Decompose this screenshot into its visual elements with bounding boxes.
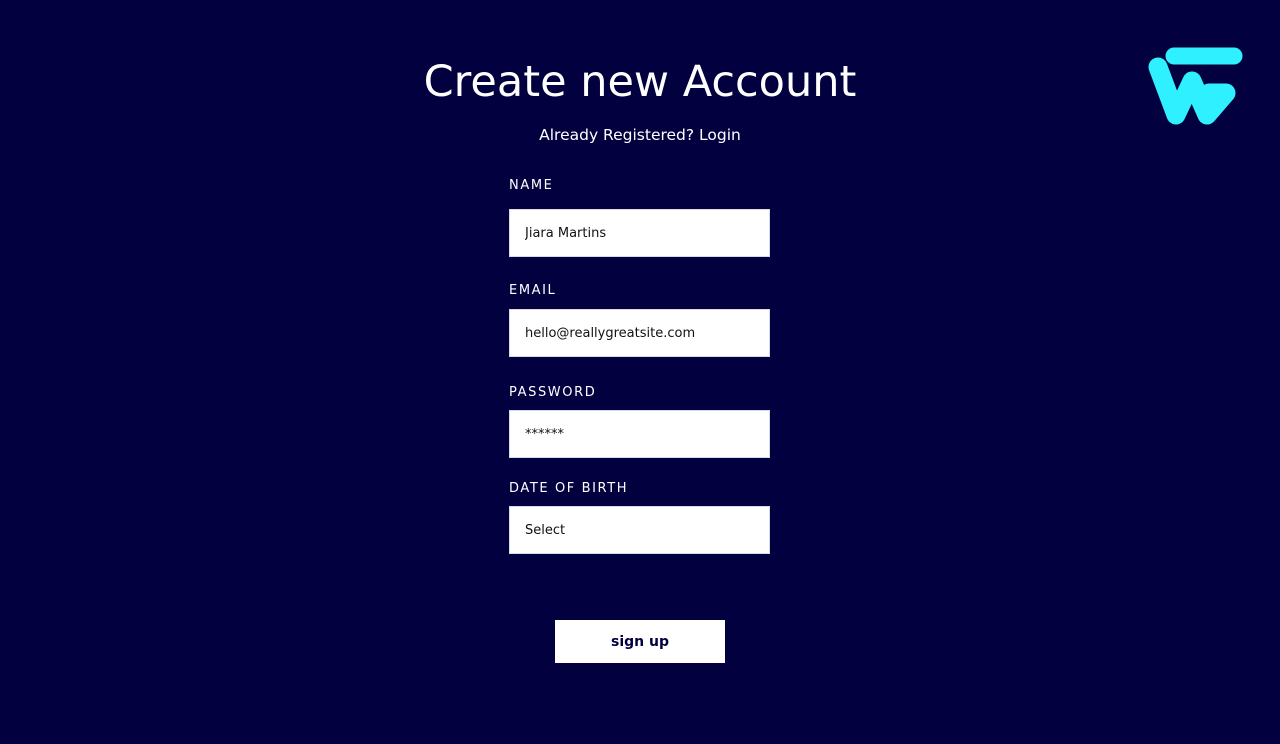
email-label: EMAIL [509, 283, 557, 298]
sign-up-button[interactable]: sign up [555, 620, 725, 663]
password-label: PASSWORD [509, 385, 597, 400]
date-of-birth-label: DATE OF BIRTH [509, 481, 629, 496]
w-g-monogram-logo [1148, 47, 1243, 125]
chevron-down-icon[interactable] [735, 481, 747, 493]
date-of-birth-select[interactable]: Select [509, 506, 770, 554]
name-label: NAME [509, 178, 554, 193]
date-of-birth-selected-value: Select [525, 522, 566, 538]
login-link[interactable]: Already Registered? Login [539, 126, 741, 144]
name-field[interactable] [509, 209, 770, 257]
password-field[interactable] [509, 410, 770, 458]
login-prompt[interactable]: Already Registered? Login [0, 124, 1280, 146]
email-field[interactable] [509, 309, 770, 357]
page-title: Create new Account [423, 57, 857, 107]
